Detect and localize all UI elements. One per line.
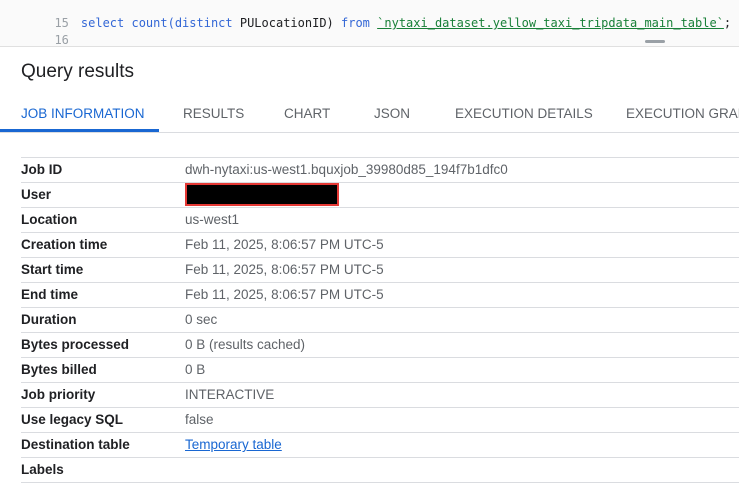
end-time-label: End time (21, 287, 79, 302)
bytes-processed-label: Bytes processed (21, 337, 130, 352)
table-row: Bytes billed 0 B (21, 358, 739, 383)
job-priority-label: Job priority (21, 387, 96, 402)
bytes-processed-value: 0 B (results cached) (185, 337, 306, 352)
user-label: User (21, 187, 52, 202)
tab-execution-details[interactable]: EXECUTION DETAILS (455, 96, 593, 132)
destination-table-label: Destination table (21, 437, 130, 452)
creation-time-label: Creation time (21, 237, 108, 252)
line-number: 16 (54, 33, 69, 47)
job-id-label: Job ID (21, 162, 63, 177)
table-row: Duration 0 sec (21, 308, 739, 333)
code-line: 15 select count(distinct PULocationID) fr… (0, 0, 731, 30)
duration-value: 0 sec (185, 312, 218, 327)
sql-editor[interactable]: 15 select count(distinct PULocationID) fr… (0, 0, 739, 47)
start-time-value: Feb 11, 2025, 8:06:57 PM UTC-5 (185, 262, 384, 277)
bytes-billed-label: Bytes billed (21, 362, 97, 377)
location-value: us-west1 (185, 212, 240, 227)
table-row: Job priority INTERACTIVE (21, 383, 739, 408)
tab-json[interactable]: JSON (374, 96, 410, 132)
results-tabs: JOB INFORMATION RESULTS CHART JSON EXECU… (0, 96, 739, 133)
table-reference-link[interactable]: `nytaxi_dataset.yellow_taxi_tripdata_mai… (377, 16, 724, 30)
legacy-sql-value: false (185, 412, 214, 427)
tab-results[interactable]: RESULTS (183, 96, 244, 132)
editor-resize-handle[interactable] (645, 40, 665, 43)
page-title: Query results (21, 61, 134, 82)
start-time-label: Start time (21, 262, 84, 277)
end-time-value: Feb 11, 2025, 8:06:57 PM UTC-5 (185, 287, 384, 302)
tab-execution-graph[interactable]: EXECUTION GRAPH (626, 96, 739, 132)
table-row: End time Feb 11, 2025, 8:06:57 PM UTC-5 (21, 283, 739, 308)
redacted-user-value (185, 183, 339, 206)
table-row: Start time Feb 11, 2025, 8:06:57 PM UTC-… (21, 258, 739, 283)
sql-keyword-from: from (341, 16, 370, 30)
creation-time-value: Feb 11, 2025, 8:06:57 PM UTC-5 (185, 237, 384, 252)
sql-text: PULocationID) (232, 16, 341, 30)
table-row: Location us-west1 (21, 208, 739, 233)
table-row: Job ID dwh-nytaxi:us-west1.bquxjob_39980… (21, 158, 739, 183)
bytes-billed-value: 0 B (185, 362, 206, 377)
sql-terminator: ; (723, 16, 732, 30)
table-row: User (21, 183, 739, 208)
tab-chart[interactable]: CHART (284, 96, 330, 132)
job-id-value: dwh-nytaxi:us-west1.bquxjob_39980d85_194… (185, 162, 508, 177)
location-label: Location (21, 212, 78, 227)
temporary-table-link[interactable]: Temporary table (185, 433, 282, 457)
duration-label: Duration (21, 312, 77, 327)
active-tab-indicator (0, 129, 159, 132)
sql-keyword: select count(distinct (80, 16, 233, 30)
table-row: Creation time Feb 11, 2025, 8:06:57 PM U… (21, 233, 739, 258)
tab-job-information[interactable]: JOB INFORMATION (21, 96, 145, 132)
table-row: Bytes processed 0 B (results cached) (21, 333, 739, 358)
job-information-table: Job ID dwh-nytaxi:us-west1.bquxjob_39980… (21, 157, 739, 483)
table-row: Use legacy SQL false (21, 408, 739, 433)
code-line: 16 (0, 16, 81, 47)
table-row: Destination table Temporary table (21, 433, 739, 458)
legacy-sql-label: Use legacy SQL (21, 412, 124, 427)
labels-label: Labels (21, 462, 64, 477)
job-priority-value: INTERACTIVE (185, 387, 275, 402)
